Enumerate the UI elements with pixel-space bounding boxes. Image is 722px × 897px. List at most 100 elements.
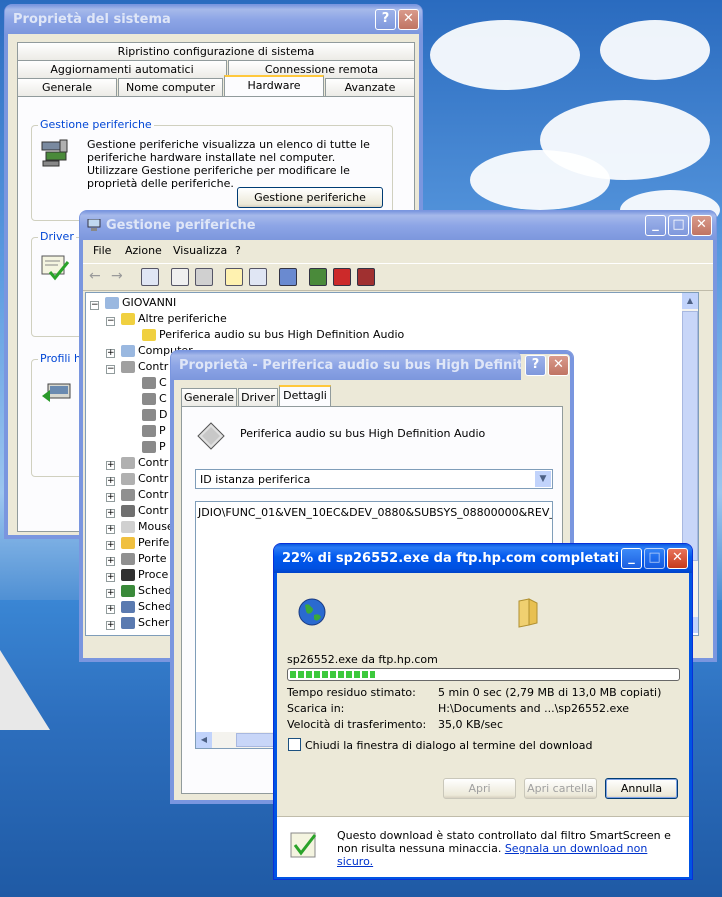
tab-system-restore[interactable]: Ripristino configurazione di sistema: [17, 42, 415, 60]
expand-icon[interactable]: +: [106, 541, 115, 550]
tree-item[interactable]: + Porte: [106, 551, 167, 567]
close-button[interactable]: ✕: [548, 355, 569, 376]
expand-icon[interactable]: +: [106, 349, 115, 358]
audio-properties-titlebar[interactable]: Proprietà - Periferica audio su bus High…: [171, 351, 521, 380]
minimize-button[interactable]: _: [645, 215, 666, 236]
close-on-complete-label[interactable]: Chiudi la finestra di dialogo al termine…: [305, 739, 593, 752]
show-hide-icon[interactable]: [249, 268, 267, 286]
device-manager-titlebar[interactable]: Gestione periferiche: [80, 211, 716, 240]
tree-audio-device[interactable]: Periferica audio su bus High Definition …: [142, 327, 404, 343]
disable-icon[interactable]: [357, 268, 375, 286]
scroll-left-icon[interactable]: ◀: [196, 732, 212, 748]
tab-general[interactable]: Generale: [17, 78, 117, 96]
help-button[interactable]: ?: [375, 9, 396, 30]
expand-icon[interactable]: +: [106, 493, 115, 502]
tree-sub-item[interactable]: P: [142, 439, 166, 455]
minimize-button[interactable]: _: [621, 548, 642, 569]
progress-fill: [290, 671, 375, 678]
tree-sub-item[interactable]: C: [142, 375, 167, 391]
expand-icon[interactable]: +: [106, 525, 115, 534]
console-tree-icon[interactable]: [141, 268, 159, 286]
tree-item[interactable]: + Contr: [106, 503, 168, 519]
menu-help[interactable]: ?: [235, 244, 241, 257]
expand-icon[interactable]: +: [106, 605, 115, 614]
expand-icon[interactable]: +: [106, 573, 115, 582]
scroll-up-icon[interactable]: ▲: [682, 293, 698, 309]
scan-hardware-icon[interactable]: [279, 268, 297, 286]
collapse-icon[interactable]: −: [106, 317, 115, 326]
expand-icon[interactable]: +: [106, 589, 115, 598]
property-value[interactable]: JDIO\FUNC_01&VEN_10EC&DEV_0880&SUBSYS_08…: [198, 506, 552, 519]
controller-icon: [121, 361, 135, 373]
maximize-button[interactable]: □: [644, 548, 665, 569]
tree-item[interactable]: + Sched: [106, 599, 172, 615]
tree-sub-item[interactable]: P: [142, 423, 166, 439]
tree-item[interactable]: + Perife: [106, 535, 169, 551]
close-on-complete-checkbox[interactable]: [288, 738, 301, 751]
menu-view[interactable]: Visualizza: [173, 244, 227, 257]
tab-hardware[interactable]: Hardware: [224, 75, 324, 96]
tree-item[interactable]: + Contr: [106, 455, 168, 471]
tree-item[interactable]: + Scher: [106, 615, 169, 631]
computer-icon: [87, 218, 101, 231]
close-button[interactable]: ✕: [398, 9, 419, 30]
expand-icon[interactable]: +: [106, 461, 115, 470]
tree-item[interactable]: + Contr: [106, 487, 168, 503]
tree-controller-group[interactable]: − Contr: [106, 359, 168, 375]
update-driver-icon[interactable]: [309, 268, 327, 286]
scroll-thumb[interactable]: [682, 311, 698, 561]
hardware-profiles-icon: [40, 378, 74, 408]
property-select[interactable]: ID istanza periferica ▼: [195, 469, 553, 489]
tree-item[interactable]: + Proce: [106, 567, 168, 583]
cloud: [430, 20, 580, 90]
expand-icon[interactable]: +: [106, 557, 115, 566]
collapse-icon[interactable]: −: [106, 365, 115, 374]
forward-icon[interactable]: →: [111, 268, 127, 284]
close-button[interactable]: ✕: [691, 215, 712, 236]
expand-icon[interactable]: +: [106, 477, 115, 486]
tree-item[interactable]: + Mouse: [106, 519, 174, 535]
maximize-button[interactable]: □: [668, 215, 689, 236]
chevron-down-icon[interactable]: ▼: [535, 471, 551, 487]
download-progress: [287, 668, 680, 681]
back-icon[interactable]: ←: [89, 268, 105, 284]
tree-item[interactable]: + Sched: [106, 583, 172, 599]
tab-advanced[interactable]: Avanzate: [325, 78, 415, 96]
close-button[interactable]: ✕: [667, 548, 688, 569]
warning-device-icon: [142, 329, 156, 341]
device-manager-button[interactable]: Gestione periferiche: [237, 187, 383, 208]
cancel-button[interactable]: Annulla: [605, 778, 678, 799]
tab-driver[interactable]: Driver: [238, 388, 278, 406]
tree-other-devices[interactable]: − Altre periferiche: [106, 311, 227, 327]
processor-icon: [121, 569, 135, 581]
expand-icon[interactable]: +: [106, 509, 115, 518]
menu-action[interactable]: Azione: [125, 244, 162, 257]
tree-item[interactable]: + Contr: [106, 471, 168, 487]
download-to-label: Scarica in:: [287, 702, 345, 715]
computer-icon: [121, 345, 135, 357]
open-folder-button[interactable]: Apri cartella: [524, 778, 597, 799]
expand-icon[interactable]: +: [106, 621, 115, 630]
uninstall-icon[interactable]: [333, 268, 351, 286]
tab-computer-name[interactable]: Nome computer: [118, 78, 223, 96]
tab-automatic-updates[interactable]: Aggiornamenti automatici: [17, 60, 227, 78]
tree-root[interactable]: − GIOVANNI: [90, 295, 176, 311]
tab-details[interactable]: Dettagli: [279, 385, 331, 406]
file-source: sp26552.exe da ftp.hp.com: [287, 653, 438, 666]
controller-icon: [142, 377, 156, 389]
download-window[interactable]: 22% di sp26552.exe da ftp.hp.com complet…: [273, 543, 693, 880]
print-icon[interactable]: [195, 268, 213, 286]
device-manager-description: Gestione periferiche visualizza un elenc…: [87, 138, 370, 190]
open-button[interactable]: Apri: [443, 778, 516, 799]
collapse-icon[interactable]: −: [90, 301, 99, 310]
controller-icon: [121, 489, 135, 501]
cloud: [600, 20, 710, 80]
tree-sub-item[interactable]: C: [142, 391, 167, 407]
tab-general[interactable]: Generale: [181, 388, 237, 406]
help-button[interactable]: ?: [525, 355, 546, 376]
properties-icon[interactable]: [171, 268, 189, 286]
tree-sub-item[interactable]: D: [142, 407, 167, 423]
help-icon[interactable]: [225, 268, 243, 286]
menu-file[interactable]: File: [93, 244, 111, 257]
system-properties-titlebar[interactable]: Proprietà del sistema: [5, 5, 422, 34]
